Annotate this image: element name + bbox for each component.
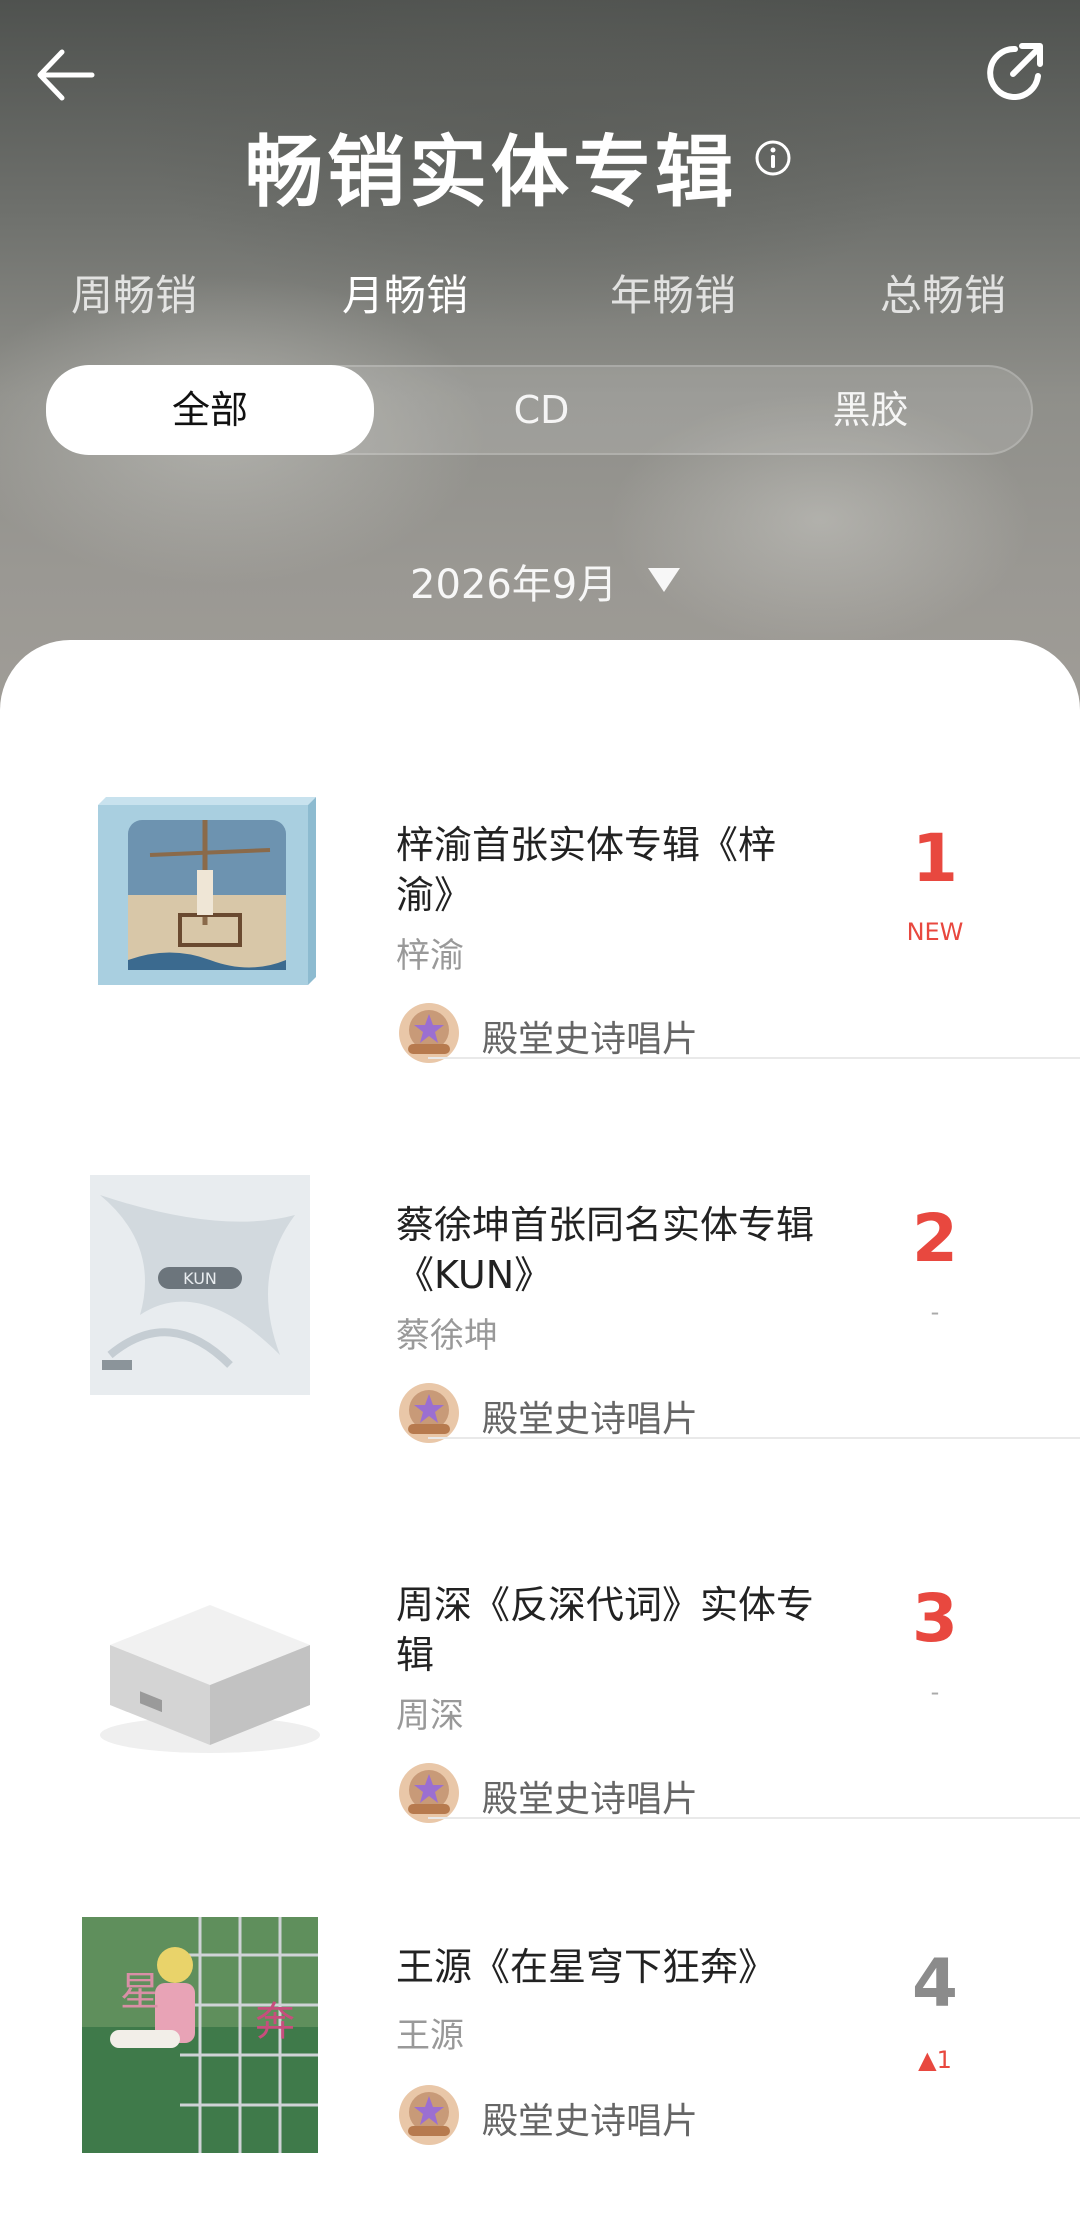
- divider: [428, 1437, 1080, 1439]
- record-label: 殿堂史诗唱片: [482, 2101, 699, 2142]
- format-tab-all[interactable]: 全部: [46, 365, 374, 455]
- share-icon[interactable]: [982, 40, 1048, 106]
- rank-number: 3: [912, 1580, 958, 1657]
- tab-monthly[interactable]: 月畅销: [305, 262, 505, 323]
- list-item[interactable]: 梓渝首张实体专辑《梓渝》 梓渝 殿堂史诗唱片 1 NEW: [0, 720, 1080, 1100]
- album-artist: 周深: [396, 1696, 464, 1736]
- list-item[interactable]: 星 奔 王源《在星穹下狂奔》 王源 殿堂史诗唱片 4 ▲1: [0, 1860, 1080, 2240]
- chart-list: 梓渝首张实体专辑《梓渝》 梓渝 殿堂史诗唱片 1 NEW KUN 蔡徐坤首张同名…: [0, 640, 1080, 2160]
- album-cover: [98, 797, 316, 985]
- svg-text:星: 星: [120, 1969, 160, 2015]
- date-value: 2026年9月: [410, 562, 618, 608]
- album-cover: KUN: [90, 1175, 310, 1395]
- format-segmented-control: 全部 CD 黑胶: [46, 365, 1033, 455]
- format-tab-vinyl[interactable]: 黑胶: [706, 367, 1035, 453]
- tab-weekly[interactable]: 周畅销: [34, 262, 234, 323]
- dropdown-caret-icon: [648, 568, 681, 592]
- rank-number: 1: [912, 820, 958, 897]
- album-title: 周深《反深代词》实体专辑: [396, 1583, 815, 1677]
- tab-all-time[interactable]: 总畅销: [843, 262, 1043, 323]
- rank-trend: -: [930, 1678, 940, 1706]
- record-label: 殿堂史诗唱片: [482, 1779, 699, 1820]
- rank-number: 2: [912, 1200, 958, 1277]
- list-item[interactable]: 周深《反深代词》实体专辑 周深 殿堂史诗唱片 3 -: [0, 1480, 1080, 1860]
- svg-text:奔: 奔: [255, 1999, 295, 2045]
- album-artist: 王源: [396, 2016, 464, 2056]
- divider: [428, 1057, 1080, 1059]
- rank-trend: ▲1: [918, 2046, 952, 2074]
- label-badge-icon: [399, 2085, 459, 2145]
- header-background: 畅销实体专辑 周畅销 月畅销 年畅销 总畅销 全部 CD 黑胶 2026年9月: [0, 0, 1080, 720]
- page-title: 畅销实体专辑: [245, 128, 738, 218]
- info-icon[interactable]: [753, 138, 793, 178]
- album-artist: 蔡徐坤: [396, 1316, 498, 1356]
- rank-trend: -: [930, 1298, 940, 1326]
- format-tab-cd[interactable]: CD: [377, 367, 706, 453]
- album-title: 蔡徐坤首张同名实体专辑《KUN》: [396, 1203, 815, 1297]
- period-tabs: 周畅销 月畅销 年畅销 总畅销: [0, 262, 1080, 322]
- back-arrow-icon[interactable]: [30, 40, 100, 110]
- album-artist: 梓渝: [396, 936, 464, 976]
- date-picker[interactable]: 2026年9月: [410, 552, 681, 608]
- album-title: 王源《在星穹下狂奔》: [396, 1945, 777, 1989]
- svg-text:KUN: KUN: [183, 1269, 217, 1288]
- record-label: 殿堂史诗唱片: [482, 1399, 699, 1440]
- tab-yearly[interactable]: 年畅销: [573, 262, 773, 323]
- album-cover: 星 奔: [82, 1917, 318, 2153]
- rank-number: 4: [912, 1945, 958, 2022]
- album-title: 梓渝首张实体专辑《梓渝》: [396, 823, 777, 917]
- record-label: 殿堂史诗唱片: [482, 1019, 699, 1060]
- list-item[interactable]: KUN 蔡徐坤首张同名实体专辑《KUN》 蔡徐坤 殿堂史诗唱片 2 -: [0, 1100, 1080, 1480]
- divider: [428, 1817, 1080, 1819]
- album-cover: [100, 1605, 320, 1753]
- rank-trend: NEW: [906, 918, 964, 946]
